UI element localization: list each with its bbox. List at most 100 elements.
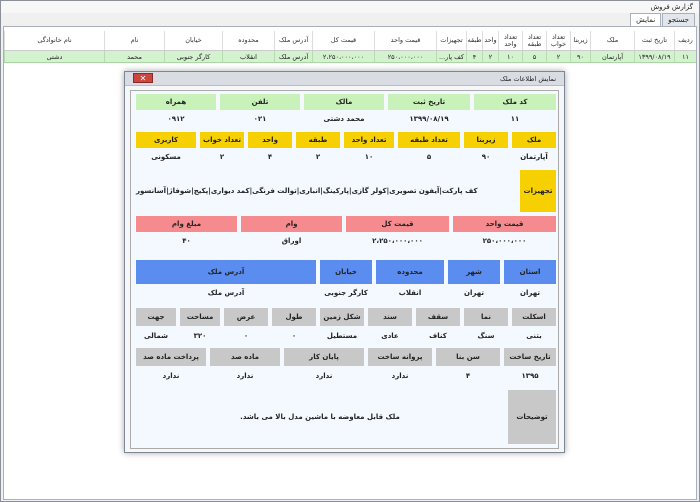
table-cell[interactable]: ۱۱: [674, 51, 696, 62]
value-total-price: ۲،۲۵۰،۰۰۰،۰۰۰: [372, 237, 423, 245]
value-ceiling: کناف: [429, 332, 447, 340]
label-floors-count: تعداد طبقه: [398, 132, 460, 148]
value-area: ۹۰: [481, 153, 491, 161]
tab-search[interactable]: جستجو: [662, 13, 695, 26]
col-header[interactable]: قیمت کل: [312, 31, 374, 50]
col-header[interactable]: واحد: [482, 31, 498, 50]
value-units-count: ۱۰: [364, 153, 374, 161]
value-unit-price: ۲۵۰،۰۰۰،۰۰۰: [482, 237, 527, 245]
table-cell[interactable]: ۲۵۰،۰۰۰،۰۰۰: [374, 51, 436, 62]
value-province: تهران: [520, 289, 540, 297]
label-loan-amount: مبلغ وام: [136, 216, 237, 232]
details-panel: کد ملک تاریخ ثبت مالک تلفن همراه ۱۱ ۱۳۹۹…: [130, 90, 559, 449]
label-equipment: تجهیزات: [520, 170, 556, 212]
table-cell[interactable]: ۲: [546, 51, 570, 62]
label-city: شهر: [448, 260, 500, 284]
label-mobile: همراه: [136, 94, 216, 110]
label-total-price: قیمت کل: [346, 216, 449, 232]
value-unit: ۴: [267, 153, 273, 161]
table-row[interactable]: ۱۱ ۱۳۹۹/۰۸/۱۹ آپارتمان ۹۰ ۲ ۵ ۱۰ ۲ ۴ کف …: [4, 51, 696, 63]
label-article-100: ماده صد: [210, 348, 280, 366]
label-registration-date: تاریخ ثبت: [388, 94, 470, 110]
label-property-address: آدرس ملک: [136, 260, 316, 284]
table-cell[interactable]: ۱۰: [498, 51, 522, 62]
label-bedrooms: تعداد خواب: [200, 132, 244, 148]
col-header[interactable]: تجهیزات: [436, 31, 466, 50]
col-header[interactable]: تعداد واحد: [498, 31, 522, 50]
col-header[interactable]: آدرس ملک: [274, 31, 312, 50]
value-land-shape: مستطیل: [326, 332, 358, 340]
table-cell[interactable]: ۲: [482, 51, 498, 62]
table-cell[interactable]: دشتی: [4, 51, 104, 62]
value-street: کارگر جنوبی: [324, 289, 368, 297]
value-floors-count: ۵: [426, 153, 432, 161]
report-window: گزارش فروش جستجو نمایش ردیف تاریخ ثبت مل…: [0, 0, 700, 502]
table-cell[interactable]: انقلاب: [222, 51, 274, 62]
col-header[interactable]: تاریخ ثبت: [634, 31, 674, 50]
label-build-date: تاریخ ساخت: [504, 348, 556, 366]
value-frame: بتنی: [526, 332, 542, 340]
table-cell[interactable]: ۹۰: [570, 51, 590, 62]
dialog-title: نمایش اطلاعات ملک: [499, 75, 556, 83]
col-header[interactable]: محدوده: [222, 31, 274, 50]
value-property-type: آپارتمان: [520, 153, 548, 161]
label-deed: سند: [368, 308, 412, 326]
label-building-age: سن بنا: [436, 348, 500, 366]
table-cell[interactable]: ۵: [522, 51, 546, 62]
table-cell[interactable]: کف پار...: [436, 51, 466, 62]
dialog-titlebar: نمایش اطلاعات ملک ✕: [125, 72, 564, 86]
col-header[interactable]: تعداد طبقه: [522, 31, 546, 50]
value-property-address: آدرس ملک: [207, 289, 245, 297]
col-header[interactable]: نام خانوادگی: [4, 31, 104, 50]
col-header[interactable]: تعداد خواب: [546, 31, 570, 50]
label-floor: طبقه: [296, 132, 340, 148]
value-phone: ۰۲۱: [253, 115, 267, 123]
value-width: ۰: [243, 332, 249, 340]
value-article-100: ندارد: [236, 372, 254, 380]
col-header[interactable]: ردیف: [674, 31, 696, 50]
tab-strip: جستجو نمایش: [630, 13, 695, 26]
table-cell[interactable]: ۱۳۹۹/۰۸/۱۹: [634, 51, 674, 62]
label-unit-price: قیمت واحد: [453, 216, 556, 232]
value-notes: ملک قابل معاوضه با ماشین مدل بالا می باش…: [240, 413, 400, 421]
value-floor: ۲: [315, 153, 321, 161]
value-mobile: ۰۹۱۲: [167, 115, 185, 123]
col-header[interactable]: قیمت واحد: [374, 31, 436, 50]
value-article-100-payment: ندارد: [162, 372, 180, 380]
value-building-age: ۴: [465, 372, 471, 380]
label-completion-cert: پایان کار: [284, 348, 364, 366]
label-facade: نما: [464, 308, 508, 326]
value-deed: عادی: [381, 332, 399, 340]
col-header[interactable]: نام: [104, 31, 164, 50]
label-district: محدوده: [376, 260, 444, 284]
value-direction: شمالی: [144, 332, 168, 340]
tab-display[interactable]: نمایش: [630, 13, 662, 26]
col-header[interactable]: خیابان: [164, 31, 222, 50]
value-build-permit: ندارد: [391, 372, 409, 380]
close-button[interactable]: ✕: [133, 73, 153, 83]
grid-header: ردیف تاریخ ثبت ملک زیربنا تعداد خواب تعد…: [4, 31, 696, 51]
col-header[interactable]: طبقه: [466, 31, 482, 50]
table-cell[interactable]: آپارتمان: [590, 51, 634, 62]
label-area: زیربنا: [464, 132, 508, 148]
value-district: انقلاب: [398, 289, 422, 297]
table-cell[interactable]: آدرس ملک: [274, 51, 312, 62]
value-property-code: ۱۱: [510, 115, 520, 123]
table-cell[interactable]: کارگر جنوبی: [164, 51, 222, 62]
table-cell[interactable]: ۲،۲۵۰،۰۰۰،۰۰۰: [312, 51, 374, 62]
label-owner: مالک: [304, 94, 384, 110]
label-unit: واحد: [248, 132, 292, 148]
table-cell[interactable]: محمد: [104, 51, 164, 62]
col-header[interactable]: ملک: [590, 31, 634, 50]
data-grid: ردیف تاریخ ثبت ملک زیربنا تعداد خواب تعد…: [4, 31, 696, 63]
label-units-count: تعداد واحد: [344, 132, 394, 148]
value-registration-date: ۱۳۹۹/۰۸/۱۹: [409, 115, 449, 123]
table-cell[interactable]: ۴: [466, 51, 482, 62]
value-loan: اوراق: [281, 237, 302, 245]
value-city: تهران: [464, 289, 484, 297]
value-land-area: ۳۲۰: [193, 332, 207, 340]
label-property-code: کد ملک: [474, 94, 556, 110]
label-phone: تلفن: [220, 94, 300, 110]
col-header[interactable]: زیربنا: [570, 31, 590, 50]
value-usage: مسکونی: [151, 153, 181, 161]
